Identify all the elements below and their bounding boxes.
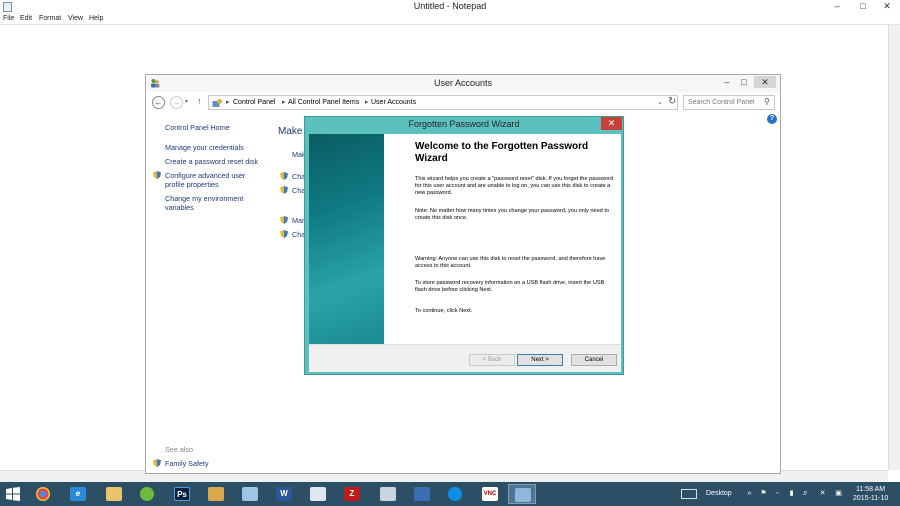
address-row: ← → ▾ ↑ ▸ Control Panel ▸ All Control Pa… [146, 92, 780, 114]
shield-icon [153, 171, 161, 179]
wizard-usb-text: To store password recovery information o… [415, 280, 605, 293]
menu-format[interactable]: Format [39, 15, 61, 22]
wizard-note-text: Note: No matter how many times you chang… [415, 208, 610, 221]
back-button[interactable]: < Back [469, 354, 515, 366]
filezilla-icon[interactable]: Z [338, 484, 366, 504]
app-blue-icon[interactable] [236, 484, 264, 504]
help-icon[interactable]: ? [767, 114, 777, 124]
chrome-icon[interactable] [30, 484, 58, 504]
wizard-warning-text: Warning: Anyone can use this disk to res… [415, 256, 606, 269]
breadcrumb-user-accounts[interactable]: User Accounts [371, 99, 416, 106]
menu-file[interactable]: File [3, 15, 14, 22]
back-arrow-icon[interactable]: ← [152, 96, 165, 109]
tray-expand-icon[interactable]: » [745, 490, 754, 498]
desktop-toolbar-label[interactable]: Desktop [706, 490, 732, 497]
forgotten-password-wizard: Forgotten Password Wizard ✕ Welcome to t… [304, 116, 624, 375]
document-icon[interactable] [304, 484, 332, 504]
volume-icon[interactable]: ♬ [801, 490, 810, 498]
refresh-icon[interactable]: ↻ [668, 96, 676, 107]
next-button[interactable]: Next > [517, 354, 563, 366]
history-dropdown-icon[interactable]: ▾ [185, 98, 188, 105]
tray-app-icon-2[interactable]: ▣ [834, 490, 843, 498]
sidebar-manage-credentials[interactable]: Manage your credentials [165, 143, 244, 152]
shield-icon [280, 186, 288, 194]
notepad-titlebar: Untitled - Notepad – □ ✕ [0, 0, 900, 14]
taskbar: e Ps W Z VNC Desktop » ⚑ ▫ ▮ ♬ ✕ ▣ 11:58… [0, 482, 900, 506]
teamviewer-icon[interactable] [442, 484, 470, 504]
user-accounts-titlebar: User Accounts – □ ✕ [146, 75, 780, 92]
breadcrumb-separator-icon: ▸ [226, 99, 230, 106]
up-arrow-icon[interactable]: ↑ [197, 96, 202, 106]
wizard-continue-text: To continue, click Next. [415, 308, 473, 314]
vnc-icon[interactable]: VNC [476, 484, 504, 504]
ua-maximize-button[interactable]: □ [733, 76, 755, 88]
ua-close-button[interactable]: ✕ [754, 76, 776, 88]
word-icon[interactable]: W [270, 484, 298, 504]
action-center-flag-icon[interactable]: ⚑ [759, 490, 768, 498]
maximize-button[interactable]: □ [852, 0, 874, 12]
sidebar-advanced-profile[interactable]: Configure advanced user profile properti… [165, 171, 260, 189]
shield-icon [280, 172, 288, 180]
search-placeholder: Search Control Panel [688, 99, 755, 106]
search-icon[interactable]: ⚲ [764, 97, 770, 106]
sidebar-family-safety[interactable]: Family Safety [165, 459, 209, 468]
sidebar-control-panel-home[interactable]: Control Panel Home [165, 123, 230, 132]
tray-app-icon[interactable]: ▫ [773, 490, 782, 498]
clock-time[interactable]: 11:58 AM [856, 486, 885, 493]
windows-start-icon[interactable] [6, 487, 20, 501]
shield-icon [280, 216, 288, 224]
file-explorer-icon[interactable] [100, 484, 128, 504]
app-green-icon[interactable] [134, 484, 162, 504]
network-tray-icon[interactable]: ▮ [787, 490, 796, 498]
breadcrumb-control-panel[interactable]: Control Panel [233, 99, 275, 106]
photoshop-icon[interactable]: Ps [168, 484, 196, 504]
folder-icon[interactable] [202, 484, 230, 504]
wizard-body: Welcome to the Forgotten Password Wizard… [309, 134, 621, 372]
wizard-footer: < Back Next > Cancel [309, 344, 621, 372]
breadcrumb-separator-icon: ▸ [282, 99, 286, 106]
address-dropdown-icon[interactable]: ⌄ [657, 98, 663, 106]
wizard-content: Welcome to the Forgotten Password Wizard… [384, 134, 621, 344]
cancel-button[interactable]: Cancel [571, 354, 617, 366]
wizard-banner-image [309, 134, 384, 344]
close-button[interactable]: ✕ [876, 0, 898, 12]
notepad-title: Untitled - Notepad [413, 1, 487, 11]
menu-edit[interactable]: Edit [20, 15, 32, 22]
address-bar[interactable]: ▸ Control Panel ▸ All Control Panel Item… [208, 95, 678, 110]
shield-icon [280, 230, 288, 238]
internet-explorer-icon[interactable]: e [64, 484, 92, 504]
sidebar-environment-variables[interactable]: Change my environment variables [165, 194, 260, 212]
menu-view[interactable]: View [68, 15, 83, 22]
menu-help[interactable]: Help [89, 15, 103, 22]
control-panel-taskbar-button[interactable] [508, 484, 536, 504]
see-also-label: See also [165, 445, 193, 454]
tray-close-icon[interactable]: ✕ [818, 490, 827, 498]
network-icon[interactable] [374, 484, 402, 504]
wizard-heading: Welcome to the Forgotten Password Wizard [415, 141, 589, 164]
family-safety-icon [153, 459, 161, 467]
breadcrumb-all-items[interactable]: All Control Panel Items [288, 99, 359, 106]
forward-arrow-icon[interactable]: → [170, 96, 183, 109]
wizard-close-button[interactable]: ✕ [601, 117, 622, 130]
user-accounts-title: User Accounts [433, 78, 493, 88]
search-input[interactable]: Search Control Panel ⚲ [683, 95, 775, 110]
app-icon[interactable] [408, 484, 436, 504]
notepad-menubar: File Edit Format View Help [0, 14, 900, 25]
wizard-title: Forgotten Password Wizard [408, 119, 520, 129]
minimize-button[interactable]: – [826, 0, 848, 12]
keyboard-icon[interactable] [681, 489, 697, 499]
breadcrumb-separator-icon: ▸ [365, 99, 369, 106]
wizard-intro-text: This wizard helps you create a "password… [415, 176, 613, 196]
sidebar-create-reset-disk[interactable]: Create a password reset disk [165, 157, 258, 166]
notepad-vertical-scrollbar[interactable] [888, 25, 900, 470]
clock-date[interactable]: 2015-11-10 [853, 495, 888, 502]
control-panel-icon [212, 99, 222, 107]
